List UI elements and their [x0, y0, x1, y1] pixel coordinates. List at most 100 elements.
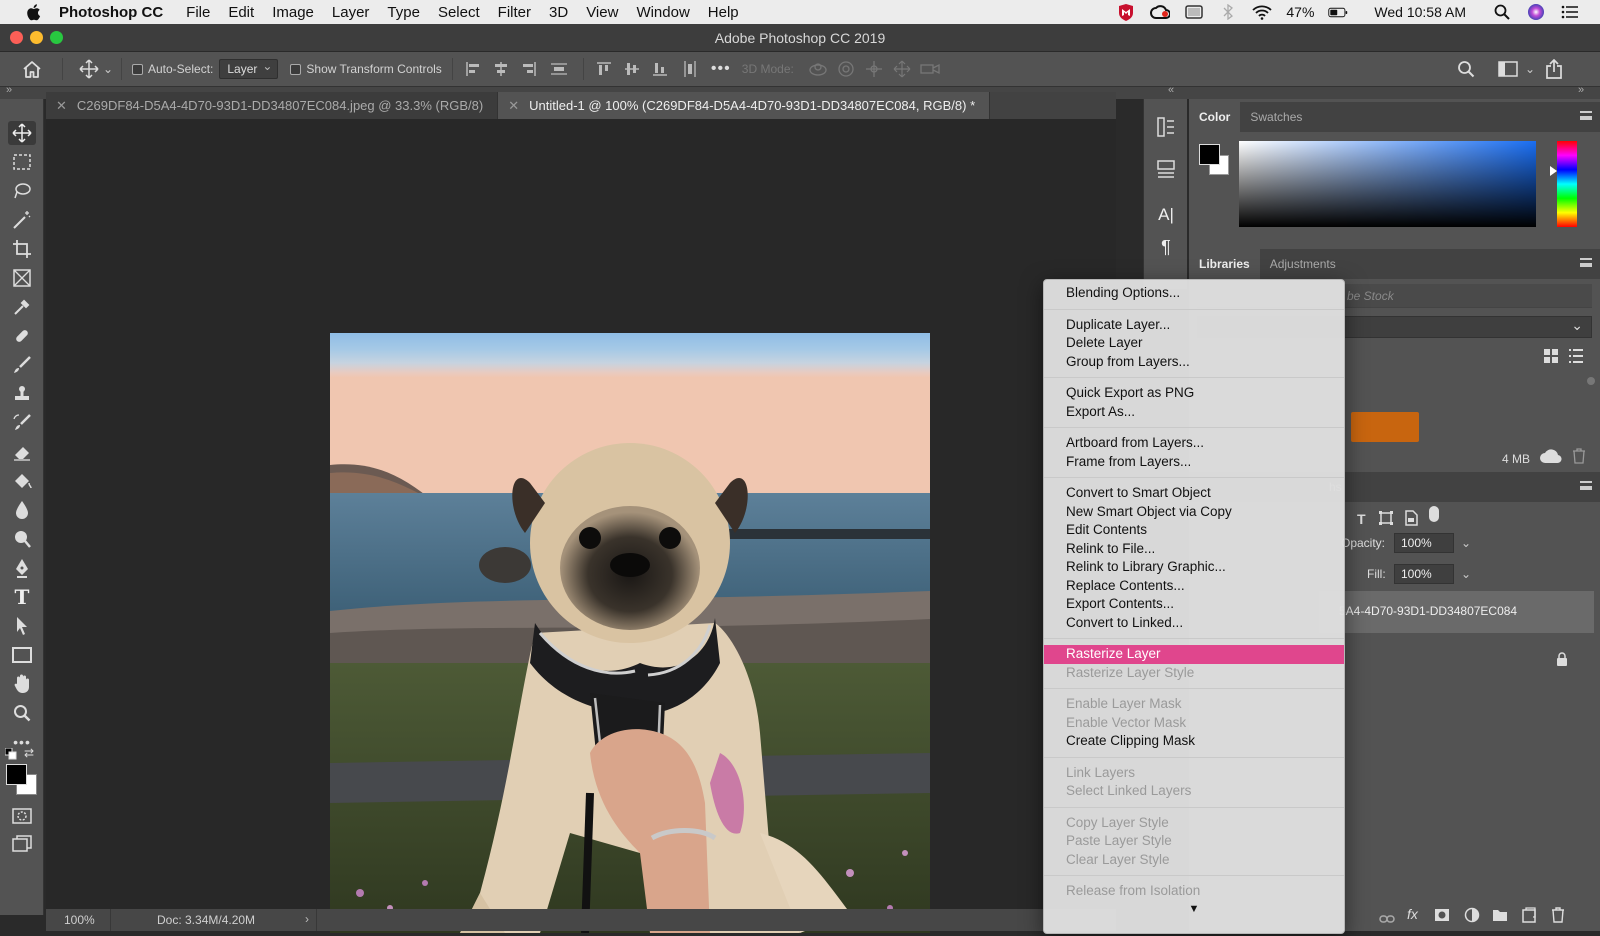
menu-item-delete-layer[interactable]: Delete Layer: [1044, 334, 1344, 353]
pen-tool-icon[interactable]: [8, 556, 36, 580]
display-icon[interactable]: [1184, 4, 1204, 20]
tab-swatches[interactable]: Swatches: [1240, 102, 1312, 132]
status-expand-chevron-icon[interactable]: ›: [305, 912, 309, 926]
collapse-panels-icon[interactable]: »: [1578, 84, 1584, 96]
tab-libraries[interactable]: Libraries: [1189, 249, 1260, 279]
menu-image[interactable]: Image: [272, 4, 314, 21]
menu-item-blending-options[interactable]: Blending Options...: [1044, 284, 1344, 303]
character-panel-icon[interactable]: A|: [1154, 203, 1178, 227]
expand-toolbar-icon[interactable]: »: [6, 84, 12, 96]
layer-row[interactable]: 5A4-4D70-93D1-DD34807EC084: [1319, 591, 1594, 633]
workspace-chevron-icon[interactable]: ⌄: [1524, 57, 1536, 81]
adjustment-layer-icon[interactable]: [1464, 907, 1480, 928]
menu-item-relink-to-library-graphic[interactable]: Relink to Library Graphic...: [1044, 558, 1344, 577]
search-icon[interactable]: [1454, 57, 1478, 81]
menu-item-relink-to-file[interactable]: Relink to File...: [1044, 540, 1344, 559]
panel-menu-icon[interactable]: [1580, 258, 1592, 267]
delete-layer-icon[interactable]: [1551, 907, 1565, 928]
align-bottom-icon[interactable]: [646, 57, 674, 81]
app-name-menu[interactable]: Photoshop CC: [59, 4, 163, 21]
menu-item-convert-to-linked[interactable]: Convert to Linked...: [1044, 614, 1344, 633]
healing-brush-icon[interactable]: [8, 324, 36, 348]
move-tool-icon[interactable]: [8, 121, 36, 145]
menu-item-create-clipping-mask[interactable]: Create Clipping Mask: [1044, 732, 1344, 751]
menu-3d[interactable]: 3D: [549, 4, 568, 21]
clock[interactable]: Wed 10:58 AM: [1374, 4, 1466, 20]
path-selection-icon[interactable]: [8, 614, 36, 638]
eyedropper-icon[interactable]: [8, 295, 36, 319]
grid-view-icon[interactable]: [1544, 349, 1558, 363]
tool-preset-chevron-icon[interactable]: ⌄: [101, 57, 115, 81]
menu-file[interactable]: File: [186, 4, 210, 21]
foreground-color-swatch[interactable]: [6, 764, 27, 785]
menu-item-export-contents[interactable]: Export Contents...: [1044, 595, 1344, 614]
menu-item-export-as[interactable]: Export As...: [1044, 403, 1344, 422]
align-top-icon[interactable]: [590, 57, 618, 81]
menu-edit[interactable]: Edit: [228, 4, 254, 21]
filter-type-icon[interactable]: T: [1357, 511, 1366, 527]
menu-item-quick-export-png[interactable]: Quick Export as PNG: [1044, 384, 1344, 403]
layer-name[interactable]: 5A4-4D70-93D1-DD34807EC084: [1339, 604, 1517, 618]
more-options-icon[interactable]: •••: [706, 57, 736, 81]
share-icon[interactable]: [1542, 57, 1566, 81]
panel-menu-icon[interactable]: [1580, 111, 1592, 120]
menu-scroll-down-arrow-icon[interactable]: ▼: [1044, 903, 1344, 915]
move-tool-icon[interactable]: [77, 57, 101, 81]
new-group-icon[interactable]: [1492, 908, 1508, 927]
color-field[interactable]: [1239, 141, 1536, 227]
filter-shape-icon[interactable]: [1379, 511, 1393, 530]
list-view-icon[interactable]: [1569, 349, 1583, 363]
library-color-swatch[interactable]: [1351, 412, 1419, 442]
mcafee-icon[interactable]: [1116, 3, 1136, 21]
align-left-icon[interactable]: [459, 57, 487, 81]
zoom-tool-icon[interactable]: [8, 701, 36, 725]
opacity-field[interactable]: 100% ⌄: [1394, 533, 1471, 553]
workspace-icon[interactable]: [1496, 57, 1520, 81]
panel-menu-icon[interactable]: [1580, 481, 1592, 490]
bluetooth-icon[interactable]: [1218, 4, 1238, 20]
fx-icon[interactable]: fx: [1407, 906, 1418, 922]
brush-tool-icon[interactable]: [8, 353, 36, 377]
marquee-tool-icon[interactable]: [8, 150, 36, 174]
menu-help[interactable]: Help: [708, 4, 739, 21]
notification-center-icon[interactable]: [1560, 4, 1580, 20]
cloud-sync-icon[interactable]: [1539, 448, 1563, 469]
type-tool-icon[interactable]: T: [8, 585, 36, 609]
fill-field[interactable]: 100% ⌄: [1394, 564, 1471, 584]
filter-toggle-icon[interactable]: [1429, 506, 1439, 522]
menu-item-new-smart-object-via-copy[interactable]: New Smart Object via Copy: [1044, 503, 1344, 522]
menu-item-convert-to-smart-object[interactable]: Convert to Smart Object: [1044, 484, 1344, 503]
menu-item-replace-contents[interactable]: Replace Contents...: [1044, 577, 1344, 596]
crop-tool-icon[interactable]: [8, 237, 36, 261]
lasso-tool-icon[interactable]: [8, 179, 36, 203]
blur-tool-icon[interactable]: [8, 498, 36, 522]
siri-icon[interactable]: [1526, 4, 1546, 20]
close-tab-icon[interactable]: ✕: [508, 98, 519, 113]
tab-color[interactable]: Color: [1189, 102, 1241, 132]
hue-slider-handle-icon[interactable]: [1550, 166, 1557, 176]
align-center-icon[interactable]: [487, 57, 515, 81]
magic-wand-icon[interactable]: [8, 208, 36, 232]
menu-select[interactable]: Select: [438, 4, 480, 21]
align-middle-icon[interactable]: [618, 57, 646, 81]
new-layer-icon[interactable]: [1522, 907, 1536, 928]
menu-item-group-from-layers[interactable]: Group from Layers...: [1044, 353, 1344, 372]
menu-filter[interactable]: Filter: [498, 4, 531, 21]
hue-slider[interactable]: [1557, 141, 1577, 227]
history-panel-icon[interactable]: [1154, 115, 1178, 139]
frame-tool-icon[interactable]: [8, 266, 36, 290]
paint-bucket-icon[interactable]: [8, 469, 36, 493]
menu-item-frame-from-layers[interactable]: Frame from Layers...: [1044, 453, 1344, 472]
clone-stamp-icon[interactable]: [8, 382, 36, 406]
close-tab-icon[interactable]: ✕: [56, 98, 67, 113]
screen-mode-icon[interactable]: [8, 832, 36, 856]
history-brush-icon[interactable]: [8, 411, 36, 435]
default-colors-icon[interactable]: [4, 747, 17, 760]
zoom-level-field[interactable]: 100%: [64, 913, 95, 927]
tab-jpeg-document[interactable]: ✕ C269DF84-D5A4-4D70-93D1-DD34807EC084.jp…: [46, 92, 499, 119]
apple-icon[interactable]: [22, 1, 44, 23]
menu-layer[interactable]: Layer: [332, 4, 370, 21]
auto-select-checkbox[interactable]: [132, 62, 148, 76]
menu-item-edit-contents[interactable]: Edit Contents: [1044, 521, 1344, 540]
filter-smart-object-icon[interactable]: [1404, 510, 1418, 531]
